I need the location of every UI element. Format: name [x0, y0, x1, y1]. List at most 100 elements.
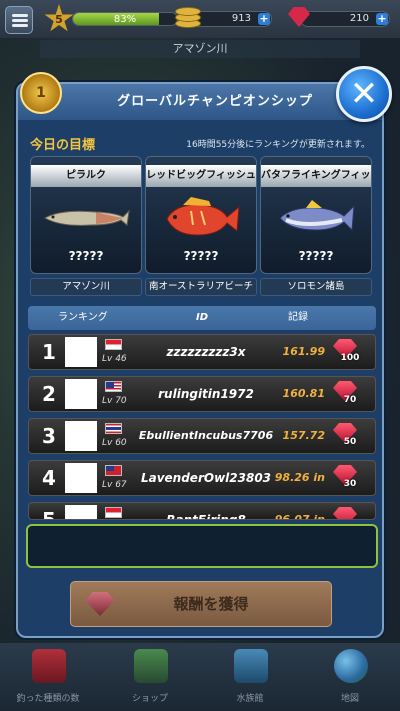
target-fish-location: 南オーストラリアビーチ [145, 278, 257, 296]
nav-fish-book[interactable]: 釣った種類の数 [6, 647, 90, 709]
thailand-flag-icon [105, 423, 122, 434]
add-coins-button[interactable]: + [258, 13, 270, 25]
red-fish-icon [146, 193, 256, 243]
ranking-row[interactable]: 2 Lv 70 rulingitin1972 160.81 in 70 [28, 376, 376, 434]
gem-counter: 210 + [300, 11, 390, 27]
trophy-icon: 1 [20, 72, 62, 114]
player-record: 96.07 in [274, 513, 325, 520]
avatar [65, 505, 97, 519]
shop-icon [134, 649, 168, 683]
coin-counter: 913 + [192, 11, 272, 27]
player-level: Lv 46 [102, 354, 127, 364]
player-record: 160.81 in [282, 387, 325, 434]
fish-book-icon [32, 649, 66, 683]
ranking-row[interactable]: 4 Lv 67 LavenderOwl23803 98.26 in 30 [28, 460, 376, 496]
trophy-rank: 1 [36, 85, 46, 101]
nav-label: 水族館 [236, 694, 264, 704]
xp-percent: 83% [113, 14, 137, 25]
target-fish-record: ????? [183, 249, 219, 263]
close-icon: ✕ [349, 74, 379, 114]
gem-reward-amount: 70 [343, 395, 357, 405]
gem-reward-amount: 50 [343, 437, 357, 447]
player-record: 98.26 in [274, 471, 325, 484]
target-fish-record: ????? [298, 249, 334, 263]
player-id: RantFiring8 [166, 513, 246, 520]
claim-reward-label: 報酬を獲得 [173, 595, 249, 613]
player-id: LavenderOwl23803 [140, 471, 272, 485]
rank-number: 1 [42, 340, 56, 364]
nav-shop[interactable]: ショップ [108, 647, 192, 709]
xp-progress-bar: 83% [72, 12, 178, 26]
my-ranking-row [26, 524, 378, 568]
ranking-row[interactable]: 1 Lv 46 zzzzzzzzz3x 161.99 in 100 [28, 334, 376, 392]
ranking-update-note: 16時間55分後にランキングが更新されます。 [186, 140, 370, 150]
nav-label: 地図 [340, 694, 359, 704]
avatar [65, 463, 97, 493]
kingfish-icon [261, 193, 371, 243]
target-fish-record: ????? [68, 249, 104, 263]
player-id: zzzzzzzzz3x [166, 345, 246, 359]
dialog-title: グローバルチャンピオンシップ [18, 84, 382, 120]
ranking-table-header: ランキング ID 記録 [28, 306, 376, 330]
globe-icon [334, 649, 368, 683]
usa-flag-icon [105, 381, 122, 392]
player-level: Lv 67 [102, 480, 127, 490]
target-fish-location: ソロモン諸島 [260, 278, 372, 296]
target-fish-card[interactable]: レッドビッグフィッシュ ????? [145, 156, 257, 274]
flag-canton [106, 466, 114, 471]
gem-icon [85, 592, 115, 616]
menu-icon-bar [12, 24, 28, 27]
avatar [65, 421, 97, 451]
record-column-header: 記録 [288, 312, 308, 323]
level-number: 5 [55, 12, 63, 26]
top-hud: 83% 5 913 + 210 + [0, 0, 400, 38]
player-id: rulingitin1972 [158, 387, 254, 401]
rank-number: 4 [42, 466, 56, 490]
target-fish-card[interactable]: ピラルク ????? [30, 156, 142, 274]
target-fish-name: ピラルク [31, 165, 141, 187]
gem-amount: 210 [349, 13, 369, 24]
target-fish-location: アマゾン川 [30, 278, 142, 296]
indonesia-flag-icon [105, 507, 122, 518]
flag-canton [106, 382, 114, 388]
coin-amount: 913 [231, 13, 251, 24]
avatar [65, 379, 97, 409]
menu-button[interactable] [5, 6, 33, 34]
player-record: 157.72 in [282, 429, 325, 476]
todays-goal-label: 今日の目標 [30, 138, 96, 153]
rank-number: 3 [42, 424, 56, 448]
arapaima-fish-icon [31, 193, 141, 243]
id-column-header: ID [196, 312, 209, 323]
gem-reward-amount: 30 [343, 479, 357, 489]
target-fish-name: バタフライキングフィッシュ [261, 165, 371, 187]
claim-reward-button[interactable]: 報酬を獲得 [70, 581, 332, 627]
rank-number: 2 [42, 382, 56, 406]
target-fish-name: レッドビッグフィッシュ [146, 165, 256, 187]
menu-icon [12, 14, 28, 17]
ranking-row[interactable]: 3 Lv 60 EbullientIncubus7706 157.72 in 5… [28, 418, 376, 476]
championship-dialog: グローバルチャンピオンシップ 今日の目標 16時間55分後にランキングが更新され… [16, 82, 384, 638]
nav-label: ショップ [131, 694, 168, 704]
player-level: Lv 60 [102, 438, 127, 448]
indonesia-flag-icon [105, 339, 122, 350]
add-gems-button[interactable]: + [376, 13, 388, 25]
ranking-row[interactable]: 5 RantFiring8 96.07 in [28, 502, 376, 520]
level-star-icon: 5 [44, 4, 74, 32]
taiwan-flag-icon [105, 465, 122, 476]
current-location: アマゾン川 [40, 40, 360, 58]
rank-number: 5 [42, 508, 56, 520]
menu-icon-bar [12, 19, 28, 22]
target-fish-card[interactable]: バタフライキングフィッシュ ????? [260, 156, 372, 274]
nav-label: 釣った種類の数 [16, 694, 80, 704]
player-id: EbullientIncubus7706 [138, 429, 274, 442]
nav-map[interactable]: 地図 [308, 647, 392, 709]
close-button[interactable]: ✕ [336, 66, 392, 122]
rank-column-header: ランキング [58, 312, 108, 323]
bottom-navigation: 釣った種類の数 ショップ 水族館 地図 [0, 643, 400, 711]
coin-stack-icon [175, 6, 201, 30]
gem-reward-amount: 100 [340, 353, 360, 363]
gem-reward-icon [333, 507, 357, 519]
aquarium-icon [234, 649, 268, 683]
nav-aquarium[interactable]: 水族館 [208, 647, 292, 709]
player-record: 161.99 in [282, 345, 325, 392]
